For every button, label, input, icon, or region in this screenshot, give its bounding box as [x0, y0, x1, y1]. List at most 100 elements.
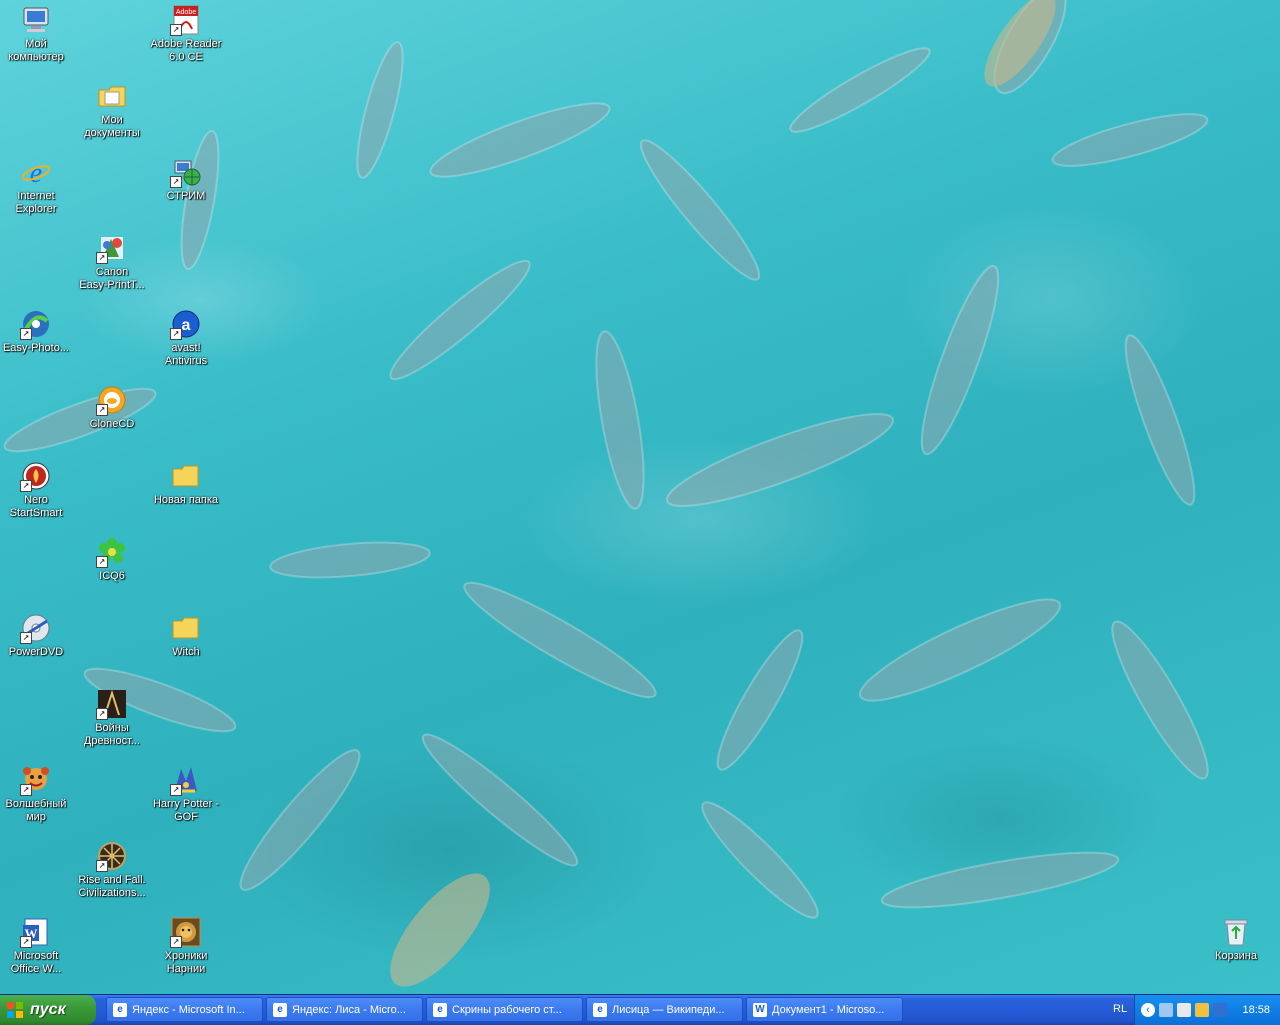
- desktop-icon-label: Harry Potter - GOF: [152, 798, 219, 823]
- game-icon: ↗: [170, 916, 202, 948]
- canon-icon: ↗: [96, 232, 128, 264]
- desktop-icon-label: Microsoft Office W...: [10, 950, 62, 975]
- security-tray-icon[interactable]: [1213, 1003, 1227, 1017]
- desktop-icon-label: СТРИМ: [166, 190, 206, 202]
- desktop-icon-label: Easy-Photo...: [2, 342, 70, 354]
- system-tray: RL ‹ 18:58: [1113, 995, 1280, 1025]
- game-icon: ↗: [170, 764, 202, 796]
- ie-icon: e: [20, 156, 52, 188]
- chevron-left-icon[interactable]: ‹: [1141, 1003, 1155, 1017]
- taskbar: пуск e Яндекс - Microsoft In... e Яндекс…: [0, 994, 1280, 1025]
- desktop-icon-label: Internet Explorer: [15, 190, 57, 215]
- desktop-icon-label: Корзина: [1215, 950, 1257, 962]
- desktop-icon-adobe-reader[interactable]: Adobe ↗ Adobe Reader 6.0 CE: [148, 4, 224, 64]
- documents-folder-icon: [96, 80, 128, 112]
- desktop-icon-witch[interactable]: Witch: [148, 612, 224, 659]
- desktop-icon-label: Волшебный мир: [5, 798, 67, 823]
- ie-icon: e: [273, 1002, 287, 1017]
- desktop-icon-label: Canon Easy-PrintT...: [79, 266, 145, 291]
- shortcut-arrow-icon: ↗: [96, 252, 108, 264]
- desktop-icon-label: CloneCD: [89, 418, 135, 430]
- game-icon: ↗: [20, 764, 52, 796]
- desktop-icon-nero-startsmart[interactable]: ↗ Nero StartSmart: [0, 460, 74, 520]
- desktop-icon-label: Nero StartSmart: [9, 494, 63, 519]
- taskbar-button-label: Лисица — Википеди...: [612, 1003, 725, 1016]
- desktop-icon-label: ICQ6: [99, 570, 125, 582]
- shortcut-arrow-icon: ↗: [96, 404, 108, 416]
- svg-text:e: e: [30, 158, 42, 187]
- taskbar-button-word-document[interactable]: W Документ1 - Microso...: [746, 997, 903, 1022]
- svg-text:Adobe: Adobe: [176, 9, 196, 16]
- shortcut-arrow-icon: ↗: [20, 936, 32, 948]
- desktop-icon-label: Adobe Reader 6.0 CE: [150, 38, 222, 63]
- desktop-icon-rise-and-fall[interactable]: ↗ Rise and Fall. Civilizations...: [74, 840, 150, 900]
- shortcut-arrow-icon: ↗: [170, 176, 182, 188]
- game-icon: ↗: [96, 840, 128, 872]
- ie-icon: e: [593, 1002, 607, 1017]
- network-icon: ↗: [170, 156, 202, 188]
- pdf-icon: Adobe ↗: [170, 4, 202, 36]
- desktop-icon-label: Мои документы: [84, 114, 140, 139]
- taskbar-button-label: Документ1 - Microso...: [772, 1003, 885, 1016]
- start-button[interactable]: пуск: [0, 995, 96, 1025]
- shortcut-arrow-icon: ↗: [96, 708, 108, 720]
- desktop-icon-label: PowerDVD: [8, 646, 64, 658]
- computer-icon: [20, 4, 52, 36]
- clonecd-icon: ↗: [96, 384, 128, 416]
- game-icon: ↗: [96, 688, 128, 720]
- desktop-icon-wars-of-antiquity[interactable]: ↗ Войны Древност...: [74, 688, 150, 748]
- desktop-icon-microsoft-office-word[interactable]: W ↗ Microsoft Office W...: [0, 916, 74, 976]
- desktop-icon-my-documents[interactable]: Мои документы: [74, 80, 150, 140]
- taskbar-button-yandex-fox[interactable]: e Яндекс: Лиса - Micro...: [266, 997, 423, 1022]
- desktop-icon-icq6[interactable]: ↗ ICQ6: [74, 536, 150, 583]
- word-icon: W ↗: [20, 916, 52, 948]
- shortcut-arrow-icon: ↗: [96, 556, 108, 568]
- desktop-icon-label: Rise and Fall. Civilizations...: [78, 874, 146, 899]
- taskbar-button-wikipedia-fox[interactable]: e Лисица — Википеди...: [586, 997, 743, 1022]
- photo-icon: ↗: [20, 308, 52, 340]
- shortcut-arrow-icon: ↗: [20, 632, 32, 644]
- shortcut-arrow-icon: ↗: [170, 24, 182, 36]
- antivirus-tray-icon[interactable]: [1195, 1003, 1209, 1017]
- shortcut-arrow-icon: ↗: [20, 328, 32, 340]
- desktop-icon-label: avast! Antivirus: [164, 342, 208, 367]
- desktop-icon-narnia-chronicles[interactable]: ↗ Хроники Нарнии: [148, 916, 224, 976]
- desktop-icon-avast-antivirus[interactable]: a ↗ avast! Antivirus: [148, 308, 224, 368]
- icq-icon: ↗: [96, 536, 128, 568]
- desktop-icon-harry-potter-gof[interactable]: ↗ Harry Potter - GOF: [148, 764, 224, 824]
- svg-text:a: a: [182, 317, 191, 334]
- desktop-icon-internet-explorer[interactable]: e Internet Explorer: [0, 156, 74, 216]
- language-indicator[interactable]: RL: [1113, 1003, 1127, 1015]
- desktop-icon-new-folder[interactable]: Новая папка: [148, 460, 224, 507]
- shortcut-arrow-icon: ↗: [96, 860, 108, 872]
- shortcut-arrow-icon: ↗: [170, 328, 182, 340]
- desktop-icon-easy-photo[interactable]: ↗ Easy-Photo...: [0, 308, 74, 355]
- taskbar-button-label: Скрины рабочего ст...: [452, 1003, 562, 1016]
- ie-icon: e: [113, 1002, 127, 1017]
- desktop-icon-label: Новая папка: [153, 494, 219, 506]
- taskbar-button-yandex-ie[interactable]: e Яндекс - Microsoft In...: [106, 997, 263, 1022]
- desktop-icon-label: Хроники Нарнии: [164, 950, 208, 975]
- shortcut-arrow-icon: ↗: [20, 480, 32, 492]
- desktop-icon-clonecd[interactable]: ↗ CloneCD: [74, 384, 150, 431]
- nero-icon: ↗: [20, 460, 52, 492]
- network-icon[interactable]: [1159, 1003, 1173, 1017]
- ie-icon: e: [433, 1002, 447, 1017]
- desktop-icon-strim[interactable]: ↗ СТРИМ: [148, 156, 224, 203]
- dvd-icon: ↗: [20, 612, 52, 644]
- avast-icon: a ↗: [170, 308, 202, 340]
- clock[interactable]: 18:58: [1242, 1004, 1270, 1016]
- folder-icon: [170, 460, 202, 492]
- taskbar-button-desktop-screens[interactable]: e Скрины рабочего ст...: [426, 997, 583, 1022]
- desktop-icon-canon-easy-print[interactable]: ↗ Canon Easy-PrintT...: [74, 232, 150, 292]
- desktop-icon-powerdvd[interactable]: ↗ PowerDVD: [0, 612, 74, 659]
- word-icon: W: [753, 1002, 767, 1017]
- shortcut-arrow-icon: ↗: [170, 784, 182, 796]
- volume-icon[interactable]: [1177, 1003, 1191, 1017]
- desktop-icon-label: Войны Древност...: [83, 722, 141, 747]
- desktop-icon-magic-world[interactable]: ↗ Волшебный мир: [0, 764, 74, 824]
- windows-logo-icon: [7, 1002, 23, 1018]
- shortcut-arrow-icon: ↗: [20, 784, 32, 796]
- desktop-icon-my-computer[interactable]: Мой компьютер: [0, 4, 74, 64]
- desktop-icon-recycle-bin[interactable]: Корзина: [1198, 916, 1274, 963]
